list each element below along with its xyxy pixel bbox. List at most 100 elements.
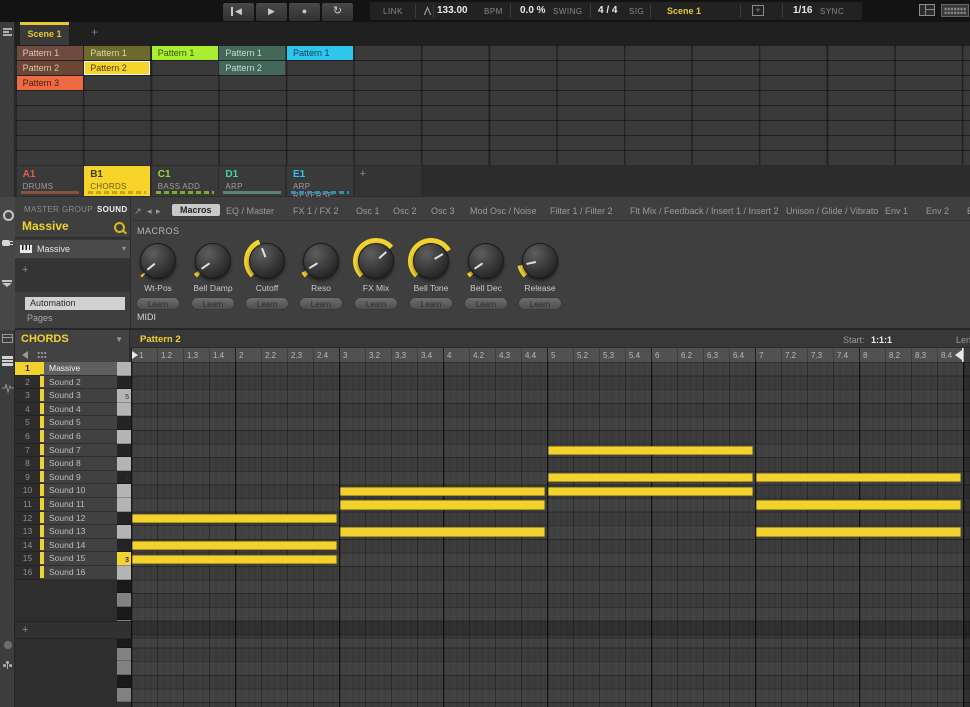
- plugin-slot[interactable]: Massive ▾: [15, 240, 130, 258]
- pattern-cell[interactable]: Pattern 1: [287, 46, 353, 60]
- collapse-icon[interactable]: [2, 280, 13, 290]
- pattern-cell[interactable]: Pattern 1: [219, 46, 285, 60]
- plugin-tab[interactable]: Unison / Glide / Vibrato: [786, 206, 878, 216]
- pattern-cell[interactable]: Pattern 2: [219, 61, 285, 75]
- sound-number[interactable]: 8: [15, 457, 40, 471]
- group-tile-a1[interactable]: A1DRUMS: [17, 166, 83, 196]
- knob-fx-mix[interactable]: [358, 243, 394, 279]
- plugin-tab[interactable]: EQ / Master: [226, 206, 274, 216]
- sound-number[interactable]: 2: [15, 376, 40, 390]
- mixer-window-icon[interactable]: [919, 4, 935, 16]
- follow-grid-icon[interactable]: +: [752, 5, 764, 16]
- pattern-cell[interactable]: Pattern 1: [17, 46, 83, 60]
- plugin-tab[interactable]: Mod Osc / Noise: [470, 206, 537, 216]
- piano-key-black[interactable]: [117, 416, 131, 430]
- knob-cutoff[interactable]: [249, 243, 285, 279]
- piano-key-white[interactable]: [117, 566, 131, 580]
- automation-tab[interactable]: Automation: [25, 297, 125, 310]
- piano-key-white[interactable]: [117, 661, 131, 675]
- piano-key-white[interactable]: [117, 648, 131, 662]
- pattern-list-icon[interactable]: [2, 334, 13, 343]
- sound-number[interactable]: 1: [15, 362, 40, 376]
- bpm-value[interactable]: 133.00: [437, 5, 468, 16]
- group-tile-b1[interactable]: B1CHORDS: [84, 166, 150, 196]
- sampler-icon[interactable]: [2, 380, 14, 390]
- sound-number[interactable]: 12: [15, 512, 40, 526]
- learn-button[interactable]: Learn: [409, 297, 453, 310]
- note[interactable]: [340, 527, 545, 536]
- knob-release[interactable]: [522, 243, 558, 279]
- plugin-tab[interactable]: Env 1: [885, 206, 908, 216]
- record-button[interactable]: ●: [288, 2, 321, 22]
- plugin-title[interactable]: Massive: [22, 219, 69, 233]
- pattern-cell[interactable]: Pattern 1: [84, 46, 150, 60]
- pattern-cell[interactable]: Pattern 2: [84, 61, 150, 75]
- note[interactable]: [132, 514, 337, 523]
- sound-row[interactable]: Sound 12: [40, 512, 117, 526]
- sound-number[interactable]: 6: [15, 430, 40, 444]
- scene-field[interactable]: Scene 1: [667, 6, 701, 16]
- sound-number[interactable]: 14: [15, 539, 40, 553]
- editor-group-selector[interactable]: CHORDS▼: [15, 330, 130, 362]
- sound-number[interactable]: 10: [15, 484, 40, 498]
- sound-row[interactable]: Sound 8: [40, 457, 117, 471]
- group-tile-c1[interactable]: C1BASS ADD: [152, 166, 218, 196]
- sound-row[interactable]: Sound 11: [40, 498, 117, 512]
- piano-key-white[interactable]: 5: [117, 389, 131, 403]
- plugin-tab[interactable]: Osc 3: [431, 206, 455, 216]
- sound-row[interactable]: Sound 10: [40, 484, 117, 498]
- add-sound-button[interactable]: +: [22, 624, 28, 636]
- knob-bell-tone[interactable]: [413, 243, 449, 279]
- piano-key-white[interactable]: [117, 457, 131, 471]
- knob-bell-dec[interactable]: [468, 243, 504, 279]
- plugin-tab[interactable]: Env 2: [926, 206, 949, 216]
- sound-row[interactable]: Sound 13: [40, 525, 117, 539]
- knob-wt-pos[interactable]: [140, 243, 176, 279]
- pages-tab[interactable]: Pages: [27, 313, 53, 323]
- pattern-end-flag[interactable]: [955, 350, 962, 360]
- learn-button[interactable]: Learn: [464, 297, 508, 310]
- piano-key-black[interactable]: [117, 675, 131, 689]
- sound-row[interactable]: Sound 3: [40, 389, 117, 403]
- piano-key-white[interactable]: [117, 498, 131, 512]
- sound-number[interactable]: 7: [15, 444, 40, 458]
- restart-button[interactable]: ◀: [222, 2, 255, 22]
- knob-reso[interactable]: [303, 243, 339, 279]
- macro-control-icon[interactable]: [3, 640, 13, 650]
- controller-icon[interactable]: [941, 4, 969, 17]
- sound-number[interactable]: 3: [15, 389, 40, 403]
- piano-key-white[interactable]: [117, 484, 131, 498]
- channel-icon[interactable]: [3, 210, 14, 221]
- piano-key-white[interactable]: [117, 403, 131, 417]
- note[interactable]: [340, 487, 545, 496]
- piano-key-white[interactable]: 3: [117, 552, 131, 566]
- note[interactable]: [132, 555, 337, 564]
- sound-row[interactable]: Sound 6: [40, 430, 117, 444]
- arranger-icon[interactable]: [3, 28, 12, 36]
- sound-number[interactable]: 9: [15, 471, 40, 485]
- timeline-ruler[interactable]: 11.21.31.422.22.32.433.23.33.444.24.34.4…: [131, 348, 970, 362]
- channel-tab-sound[interactable]: SOUND: [97, 205, 127, 214]
- plugin-tab[interactable]: Flt Mix / Feedback / Insert 1 / Insert 2: [630, 206, 779, 216]
- piano-key-black[interactable]: [117, 376, 131, 390]
- piano-key-black[interactable]: [117, 607, 131, 621]
- piano-key-white[interactable]: [117, 525, 131, 539]
- channel-tab-master[interactable]: MASTER: [24, 205, 59, 214]
- next-plugin-icon[interactable]: ▸: [156, 206, 161, 217]
- mod-icon[interactable]: [3, 660, 12, 669]
- piano-key-black[interactable]: [117, 580, 131, 594]
- pattern-name[interactable]: Pattern 2: [140, 334, 181, 345]
- search-icon[interactable]: [114, 222, 125, 233]
- learn-button[interactable]: Learn: [518, 297, 562, 310]
- start-value[interactable]: 1:1:1: [871, 335, 892, 345]
- sound-row[interactable]: Sound 14: [40, 539, 117, 553]
- piano-key-white[interactable]: [117, 688, 131, 702]
- sound-row[interactable]: Sound 15: [40, 552, 117, 566]
- sound-number[interactable]: 4: [15, 403, 40, 417]
- plugin-tab[interactable]: Osc 1: [356, 206, 380, 216]
- piano-key-black[interactable]: [117, 444, 131, 458]
- scene-add-button[interactable]: +: [91, 25, 98, 39]
- sound-row[interactable]: Sound 9: [40, 471, 117, 485]
- note[interactable]: [756, 527, 961, 536]
- note[interactable]: [548, 487, 753, 496]
